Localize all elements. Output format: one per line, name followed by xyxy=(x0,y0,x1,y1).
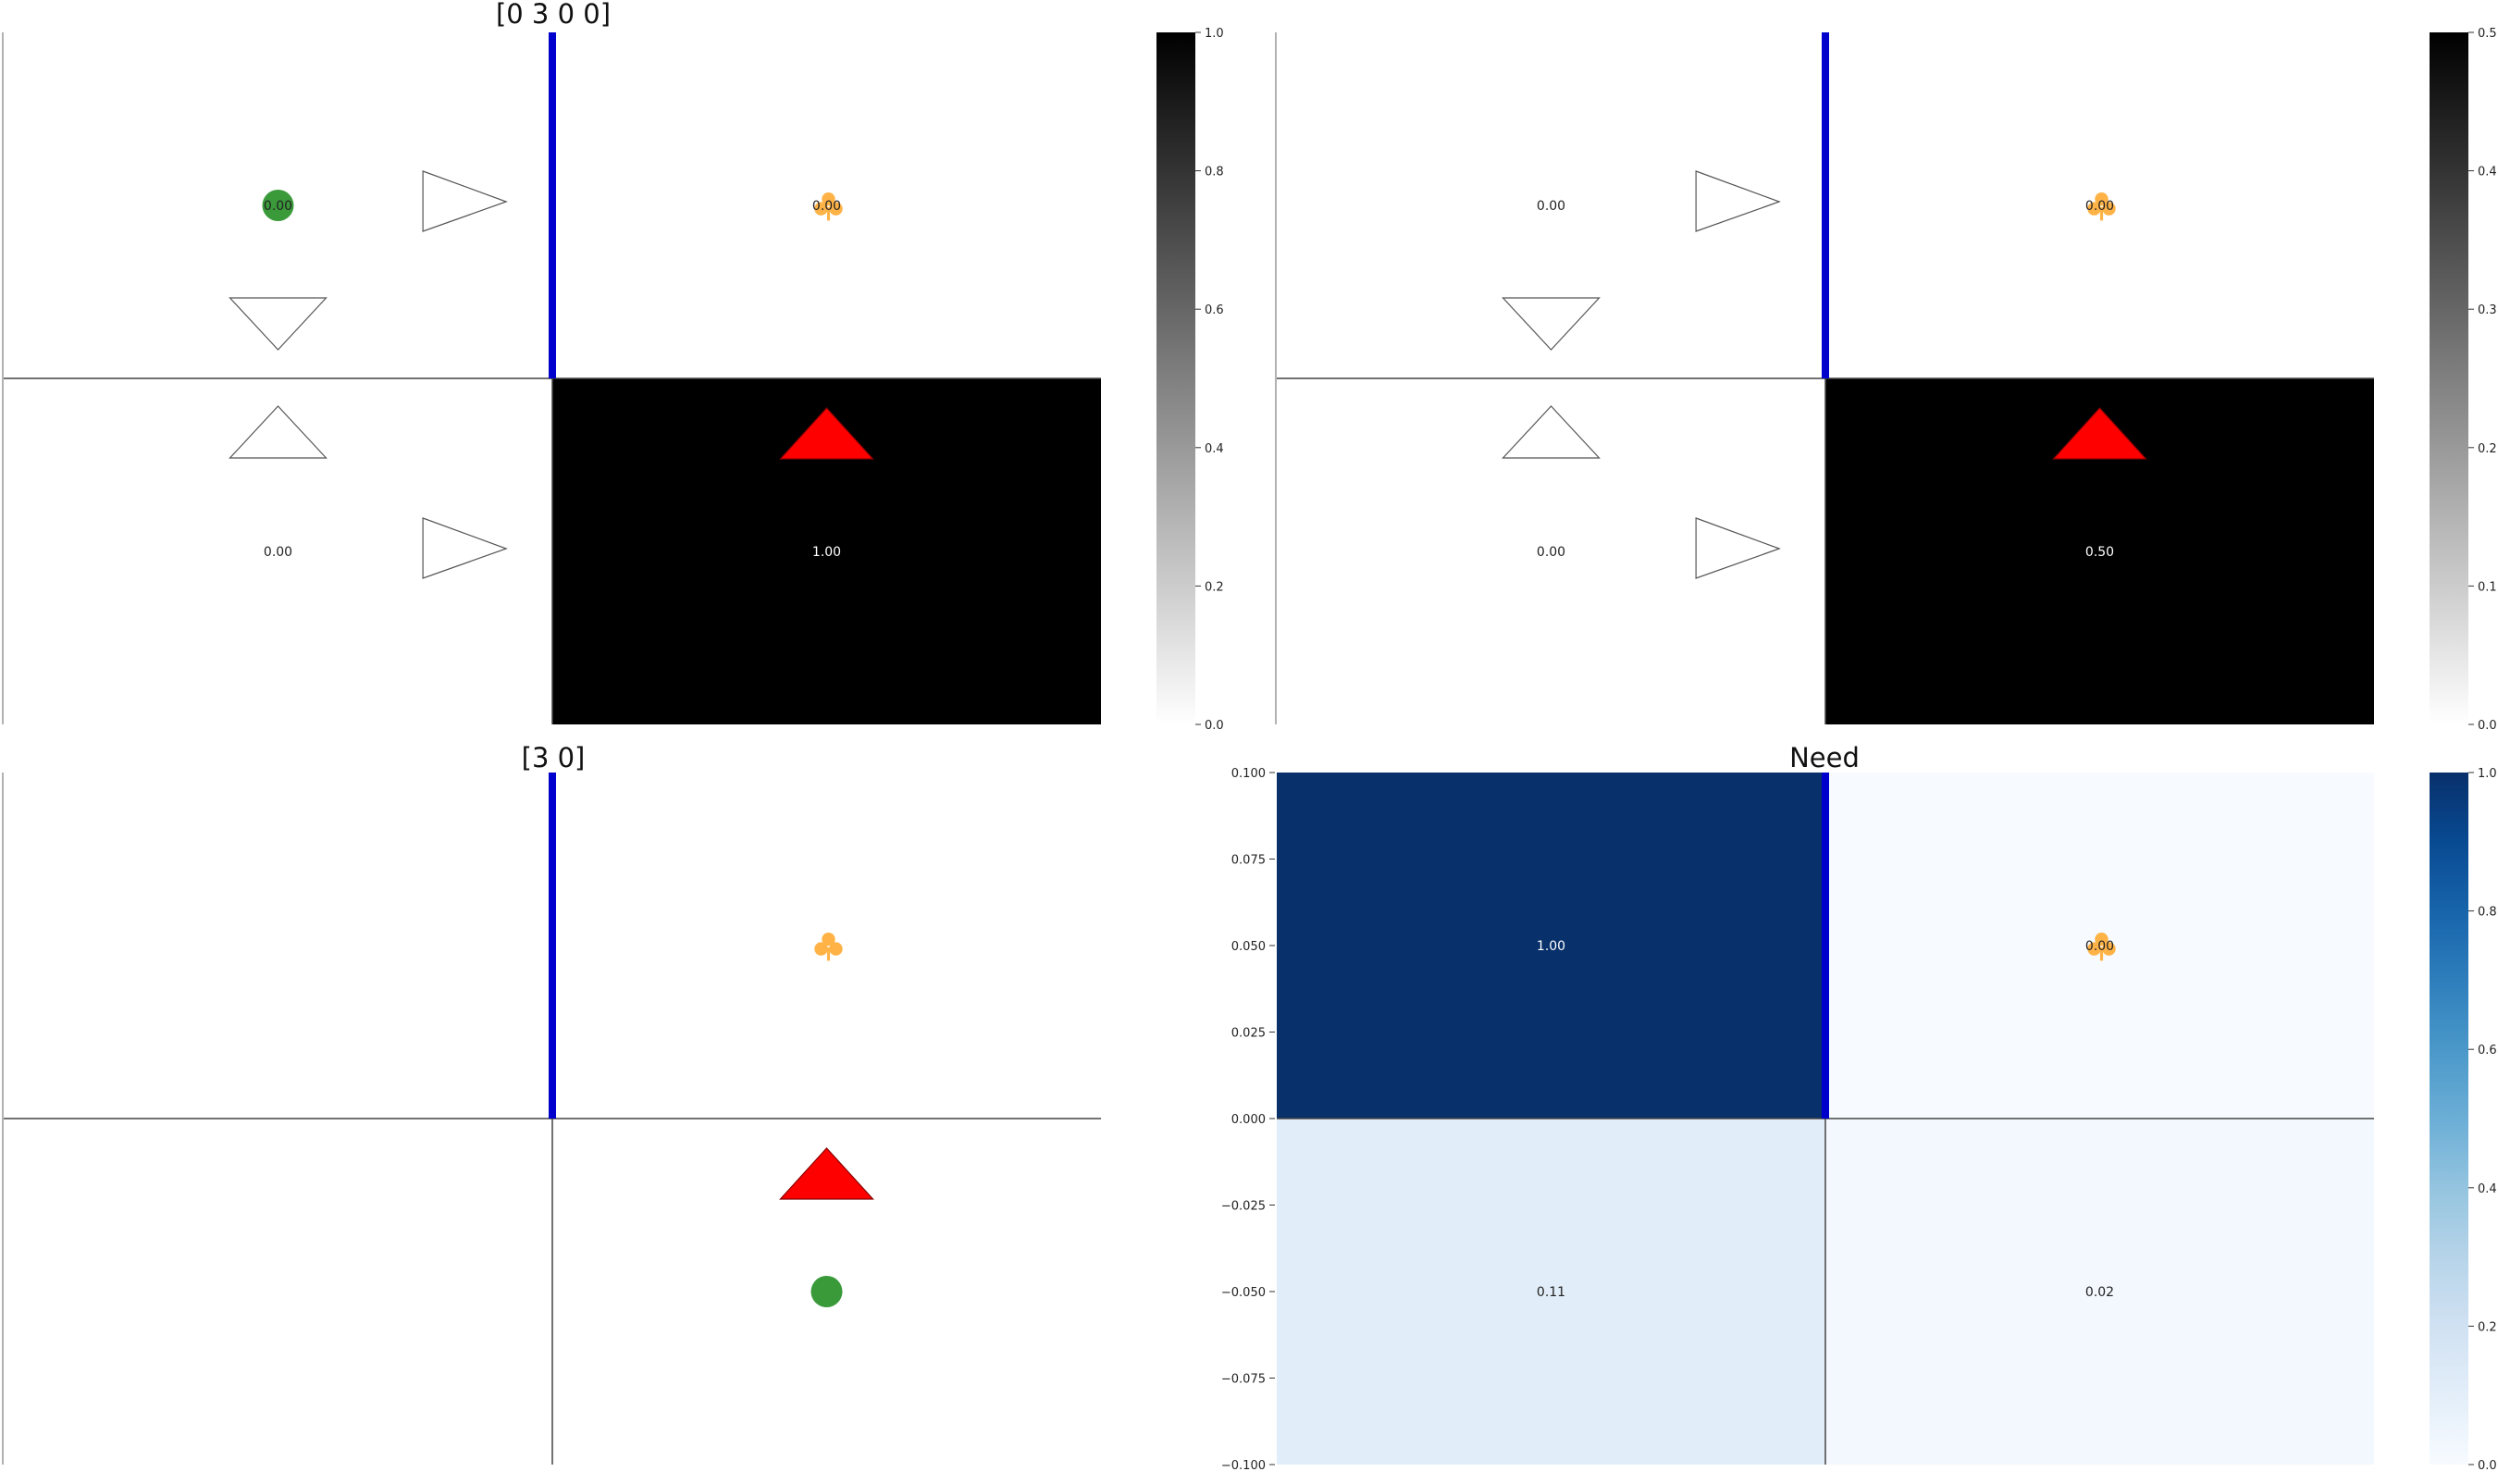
colorbar-tick-label: 0.2 xyxy=(2478,1320,2497,1334)
wall-bar xyxy=(1822,773,1829,1119)
panel-title: [0 3 0 0] xyxy=(495,0,612,30)
panel-svg: 0.100 0.075 0.050 0.025 0.000 −0.025 −0.050 −0.… xyxy=(1221,767,2497,1473)
colorbar-tick-label: 0.6 xyxy=(1205,303,1224,317)
cell-value-label: 0.00 xyxy=(812,199,841,214)
cell-value-label: 0.00 xyxy=(1537,545,1565,560)
club-icon xyxy=(814,933,843,961)
cell-value-label: 0.00 xyxy=(2085,939,2114,954)
panel-svg: 0.00 0.00 0.00 0.50 0.0 0.1 0.2 0.3 0.4 0.5 xyxy=(1275,27,2497,733)
wall-bar xyxy=(1822,32,1829,378)
club-lobe xyxy=(814,942,828,956)
y-axis-tick-label: 0.050 xyxy=(1231,940,1266,954)
colorbar-tick-label: 0.0 xyxy=(2478,719,2497,733)
cell-value-label: 1.00 xyxy=(812,545,841,560)
colorbar-tick-label: 0.0 xyxy=(2478,1459,2497,1473)
y-axis-tick-label: 0.100 xyxy=(1231,767,1266,781)
cell-value-label: 0.00 xyxy=(2085,199,2114,214)
colorbar-tick-label: 0.8 xyxy=(2478,906,2497,920)
colorbar-tick-label: 0.8 xyxy=(1205,166,1224,179)
colorbar: 0.0 0.2 0.4 0.6 0.8 1.0 xyxy=(2430,767,2497,1473)
colorbar-tick-label: 1.0 xyxy=(1205,27,1224,41)
panel-title: Need xyxy=(1789,742,1860,773)
grid-area: 0.00 0.00 0.00 0.50 xyxy=(1275,32,2374,724)
cell-value-label: 0.50 xyxy=(2085,545,2114,560)
colorbar-bar xyxy=(2430,773,2468,1465)
colorbar-bar xyxy=(2430,32,2468,724)
cell-value-label: 0.11 xyxy=(1537,1285,1565,1300)
colorbar-tick-label: 0.6 xyxy=(2478,1044,2497,1057)
colorbar-tick-label: 0.4 xyxy=(1205,442,1224,456)
y-axis-tick-label: −0.050 xyxy=(1221,1286,1266,1300)
colorbar-tick-label: 0.2 xyxy=(2478,442,2497,456)
colorbar: 0.0 0.2 0.4 0.6 0.8 1.0 xyxy=(1156,27,1224,733)
wall-bar xyxy=(549,32,556,378)
wall-bar xyxy=(549,773,556,1119)
y-axis-tick-label: −0.100 xyxy=(1221,1459,1266,1473)
grid-area xyxy=(2,773,1101,1465)
panel-need: Need 0.100 0.075 0.050 0.025 0.000 −0.025 −0.0… xyxy=(1221,740,2498,1480)
cell-value-label: 1.00 xyxy=(1537,939,1565,954)
cell-value-label: 0.00 xyxy=(1537,199,1565,214)
panel-policy-half: 0.00 0.00 0.00 0.50 0.0 0.1 0.2 0.3 0.4 0.5 xyxy=(1273,0,2498,740)
y-axis-tick-label: −0.025 xyxy=(1221,1200,1266,1214)
colorbar-tick-label: 1.0 xyxy=(2478,767,2497,781)
panel-svg xyxy=(2,773,1101,1465)
colorbar-tick-label: 0.4 xyxy=(2478,166,2497,179)
grid-area: 1.00 0.00 0.11 0.02 xyxy=(1277,773,2374,1465)
goal-triangle-icon xyxy=(779,1147,874,1200)
colorbar-tick-label: 0.5 xyxy=(2478,27,2497,41)
agent-circle-icon xyxy=(810,1276,843,1307)
y-axis-tick-label: 0.025 xyxy=(1231,1027,1266,1041)
y-axis-tick-label: 0.000 xyxy=(1231,1113,1266,1127)
colorbar-tick-label: 0.2 xyxy=(1205,580,1224,594)
colorbar-tick-label: 0.1 xyxy=(2478,580,2497,594)
colorbar-tick-label: 0.3 xyxy=(2478,303,2497,317)
cell-value-label: 0.00 xyxy=(264,199,292,214)
y-axis-tick-label: 0.075 xyxy=(1231,854,1266,868)
colorbar-tick-label: 0.4 xyxy=(2478,1182,2497,1196)
colorbar-tick-label: 0.0 xyxy=(1205,719,1224,733)
panel-state-30: [3 0] xyxy=(0,740,1240,1480)
colorbar-bar xyxy=(1156,32,1195,724)
panel-policy-0300: [0 3 0 0] 0.00 0.00 0.00 1.00 0.0 0.2 0.4 0.6 0… xyxy=(0,0,1240,740)
cell-value-label: 0.02 xyxy=(2085,1285,2114,1300)
colorbar: 0.0 0.1 0.2 0.3 0.4 0.5 xyxy=(2430,27,2497,733)
club-lobe xyxy=(829,942,843,956)
panel-svg: 0.00 0.00 0.00 1.00 0.0 0.2 0.4 0.6 0.8 1.0 xyxy=(2,27,1224,733)
panel-title: [3 0] xyxy=(521,742,586,773)
cell-value-label: 0.00 xyxy=(264,545,292,560)
y-axis-tick-label: −0.075 xyxy=(1221,1373,1266,1387)
club-stem xyxy=(826,947,831,961)
grid-area: 0.00 0.00 0.00 1.00 xyxy=(2,32,1101,724)
